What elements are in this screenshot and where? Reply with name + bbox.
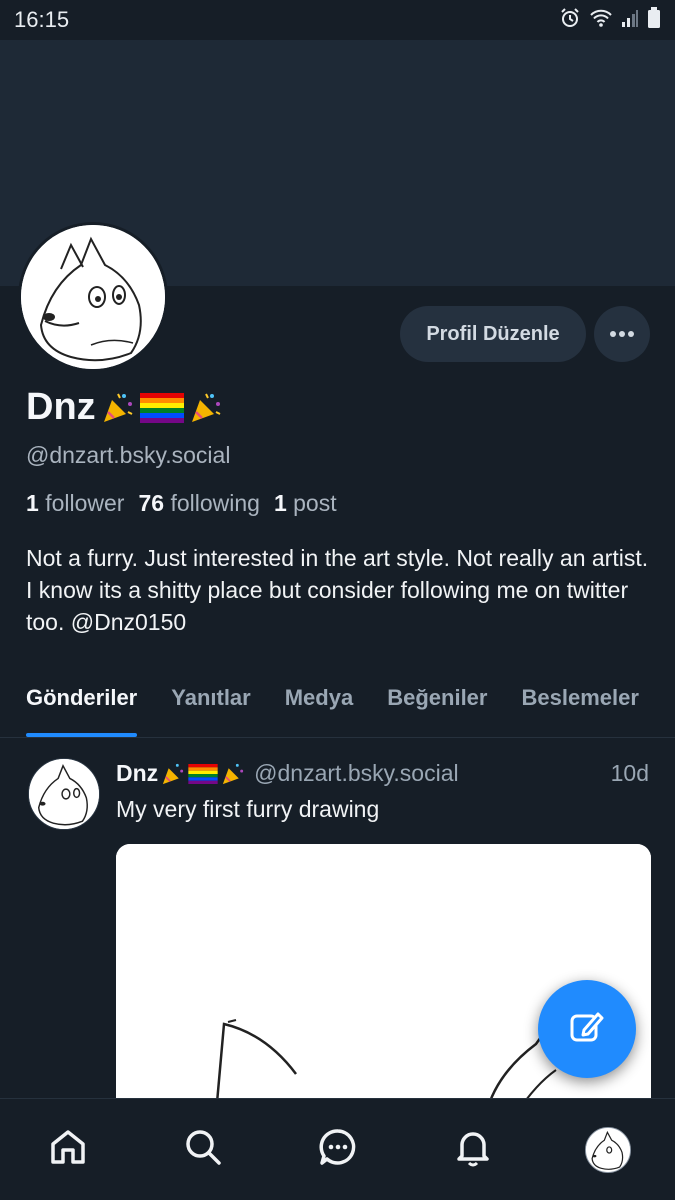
profile-handle: @dnzart.bsky.social [26,442,231,468]
posts-label: post [293,490,337,516]
home-icon [47,1126,89,1173]
post-timestamp[interactable]: 10d [611,760,649,787]
post-author-name[interactable]: Dnz [116,760,246,787]
nav-home[interactable] [38,1120,98,1180]
rainbow-flag-icon [139,392,184,423]
tab-posts[interactable]: Gönderiler [26,670,138,737]
party-popper-icon [160,761,186,787]
nav-chat[interactable] [308,1120,368,1180]
chat-icon [317,1126,359,1173]
profile-avatar[interactable] [18,222,168,372]
followers-stat[interactable]: 1 follower [26,490,124,517]
edit-profile-button[interactable]: Profil Düzenle [400,306,586,362]
status-time: 16:15 [14,7,70,32]
status-icons [559,6,661,34]
party-popper-icon [188,390,224,426]
ellipsis-icon [609,325,635,343]
post-author-name-text: Dnz [116,760,159,786]
party-popper-icon [100,390,136,426]
display-name-text: Dnz [26,386,96,428]
compose-post-button[interactable] [538,980,636,1078]
profile-bio: Not a furry. Just interested in the art … [26,545,649,635]
search-icon [182,1126,224,1173]
tab-feeds[interactable]: Beslemeler [521,670,638,737]
bottom-nav [0,1098,675,1200]
more-options-button[interactable] [594,306,650,362]
alarm-icon [559,7,581,34]
post-header: Dnz @dnzart.bsky.social [116,760,459,787]
posts-count: 1 [273,490,287,516]
profile-stats: 1 follower 76 following 1 post [26,490,337,517]
battery-icon [647,6,661,34]
party-popper-icon [220,761,246,787]
rainbow-flag-icon [188,763,218,784]
following-count: 76 [138,490,165,516]
following-stat[interactable]: 76 following [138,490,259,517]
nav-search[interactable] [173,1120,233,1180]
profile-avatar-small [584,1126,631,1173]
nav-profile[interactable] [578,1120,638,1180]
post-author-avatar[interactable] [28,758,100,830]
compose-icon [567,1007,607,1052]
tab-likes[interactable]: Beğeniler [387,670,487,737]
tab-replies[interactable]: Yanıtlar [171,670,250,737]
following-label: following [170,490,260,516]
profile-tabs: Gönderiler Yanıtlar Medya Beğeniler Besl… [0,670,675,738]
signal-icon [621,8,639,33]
post-author-handle[interactable]: @dnzart.bsky.social [254,760,458,787]
posts-stat: 1 post [274,490,337,517]
followers-count: 1 [26,490,39,516]
followers-label: follower [45,490,125,516]
display-name: Dnz [26,386,224,429]
status-bar: 16:15 [0,0,675,40]
wifi-icon [589,8,613,33]
post-text: My very first furry drawing [116,796,380,822]
bell-icon [452,1126,494,1173]
tab-media[interactable]: Medya [285,670,353,737]
nav-notifications[interactable] [443,1120,503,1180]
